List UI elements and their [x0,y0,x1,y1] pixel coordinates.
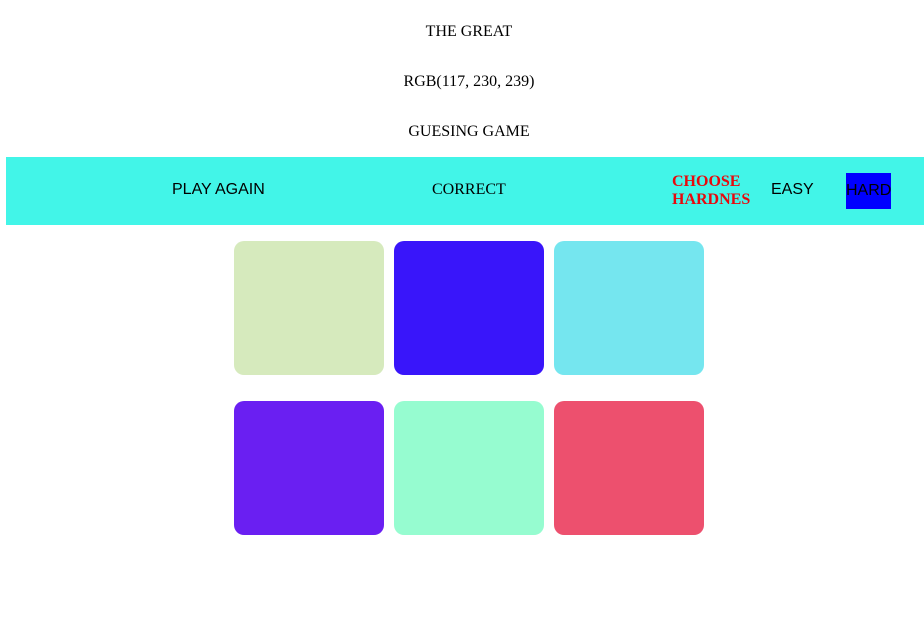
color-square[interactable] [234,401,384,535]
title-line-1: THE GREAT [425,23,513,40]
play-again-button[interactable]: PLAY AGAIN [172,180,265,199]
hard-button[interactable]: HARD [846,173,891,209]
color-square[interactable] [394,401,544,535]
easy-button[interactable]: EASY [771,180,814,199]
title-line-3: GUESING GAME [408,123,530,140]
choose-hardness-line-2: HARDNES [672,191,751,208]
status-message: CORRECT [432,181,506,198]
color-square[interactable] [554,241,704,375]
choose-hardness-label: CHOOSE HARDNES [672,173,762,209]
color-square[interactable] [394,241,544,375]
choose-hardness-line-1: CHOOSE [672,173,741,190]
color-square[interactable] [554,401,704,535]
control-bar: PLAY AGAIN CORRECT CHOOSE HARDNES EASY H… [6,157,924,225]
target-rgb-display: RGB(117, 230, 239) [403,73,535,90]
color-square[interactable] [234,241,384,375]
